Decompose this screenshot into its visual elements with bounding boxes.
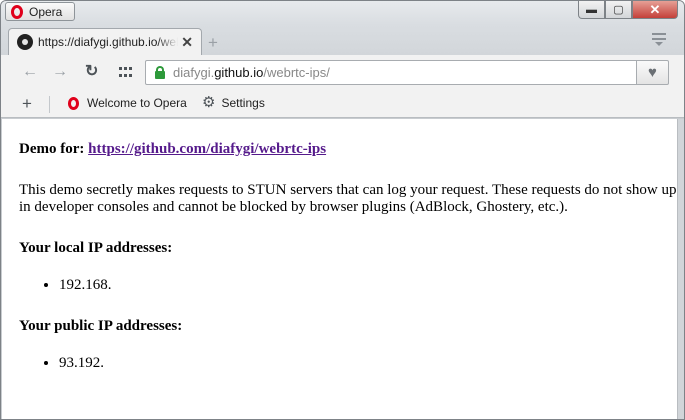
demo-link[interactable]: https://github.com/diafygi/webrtc-ips bbox=[88, 141, 326, 157]
tab-webrtc-ips[interactable]: https://diafygi.github.io/webrtc-ips/ ✕ bbox=[8, 28, 202, 55]
navigation-toolbar: ← → ↻ diafygi.github.io/webrtc-ips/ ♥ bbox=[1, 55, 684, 90]
window-controls: ▬ ▢ ✕ bbox=[578, 1, 678, 19]
bookmark-heart-button[interactable]: ♥ bbox=[636, 60, 669, 85]
title-bar: Opera ▬ ▢ ✕ bbox=[1, 1, 684, 25]
address-bar[interactable]: diafygi.github.io/webrtc-ips/ bbox=[145, 60, 637, 85]
minimize-button[interactable]: ▬ bbox=[578, 1, 605, 19]
tab-menu-icon[interactable] bbox=[652, 33, 666, 46]
demo-line: Demo for: https://github.com/diafygi/web… bbox=[19, 141, 677, 158]
public-ip-list: 93.192. bbox=[42, 355, 677, 372]
page-content: Demo for: https://github.com/diafygi/web… bbox=[2, 119, 677, 419]
maximize-button[interactable]: ▢ bbox=[605, 1, 632, 19]
local-ip-heading: Your local IP addresses: bbox=[19, 240, 173, 256]
tab-strip: https://diafygi.github.io/webrtc-ips/ ✕ … bbox=[1, 25, 684, 55]
local-ip-list: 192.168. bbox=[42, 277, 677, 294]
back-button[interactable]: ← bbox=[22, 64, 38, 80]
bookmarks-separator bbox=[49, 96, 50, 113]
opera-icon bbox=[68, 96, 79, 110]
list-item: 192.168. bbox=[59, 277, 677, 294]
opera-menu-button[interactable]: Opera bbox=[5, 2, 75, 21]
bookmark-label: Welcome to Opera bbox=[87, 96, 187, 110]
tab-close-icon[interactable]: ✕ bbox=[181, 34, 193, 51]
bookmark-welcome-to-opera[interactable]: Welcome to Opera bbox=[68, 96, 187, 110]
forward-button[interactable]: → bbox=[52, 64, 68, 80]
scrollbar-gutter[interactable] bbox=[677, 119, 684, 419]
url-text: diafygi.github.io/webrtc-ips/ bbox=[173, 65, 330, 80]
bookmark-label: Settings bbox=[221, 96, 265, 110]
gear-icon: ⚙ bbox=[202, 94, 216, 111]
bookmark-settings[interactable]: ⚙ Settings bbox=[202, 94, 265, 111]
demo-label: Demo for: bbox=[19, 141, 85, 157]
add-bookmark-button[interactable]: + bbox=[22, 94, 32, 114]
browser-window: Opera ▬ ▢ ✕ https://diafygi.github.io/we… bbox=[0, 0, 685, 420]
list-item: 93.192. bbox=[59, 355, 677, 372]
description-text: This demo secretly makes requests to STU… bbox=[19, 182, 677, 215]
speed-dial-icon[interactable] bbox=[119, 67, 132, 78]
opera-menu-label: Opera bbox=[29, 4, 63, 19]
github-octocat-icon bbox=[17, 34, 33, 50]
secure-lock-icon[interactable] bbox=[155, 66, 165, 79]
close-window-button[interactable]: ✕ bbox=[632, 1, 678, 19]
reload-button[interactable]: ↻ bbox=[85, 64, 98, 80]
bookmarks-bar: + Welcome to Opera ⚙ Settings bbox=[1, 90, 684, 118]
new-tab-button[interactable]: + bbox=[208, 33, 218, 53]
opera-logo-icon bbox=[11, 4, 23, 19]
public-ip-heading: Your public IP addresses: bbox=[19, 318, 183, 334]
tab-title: https://diafygi.github.io/webrtc-ips/ bbox=[38, 35, 178, 49]
